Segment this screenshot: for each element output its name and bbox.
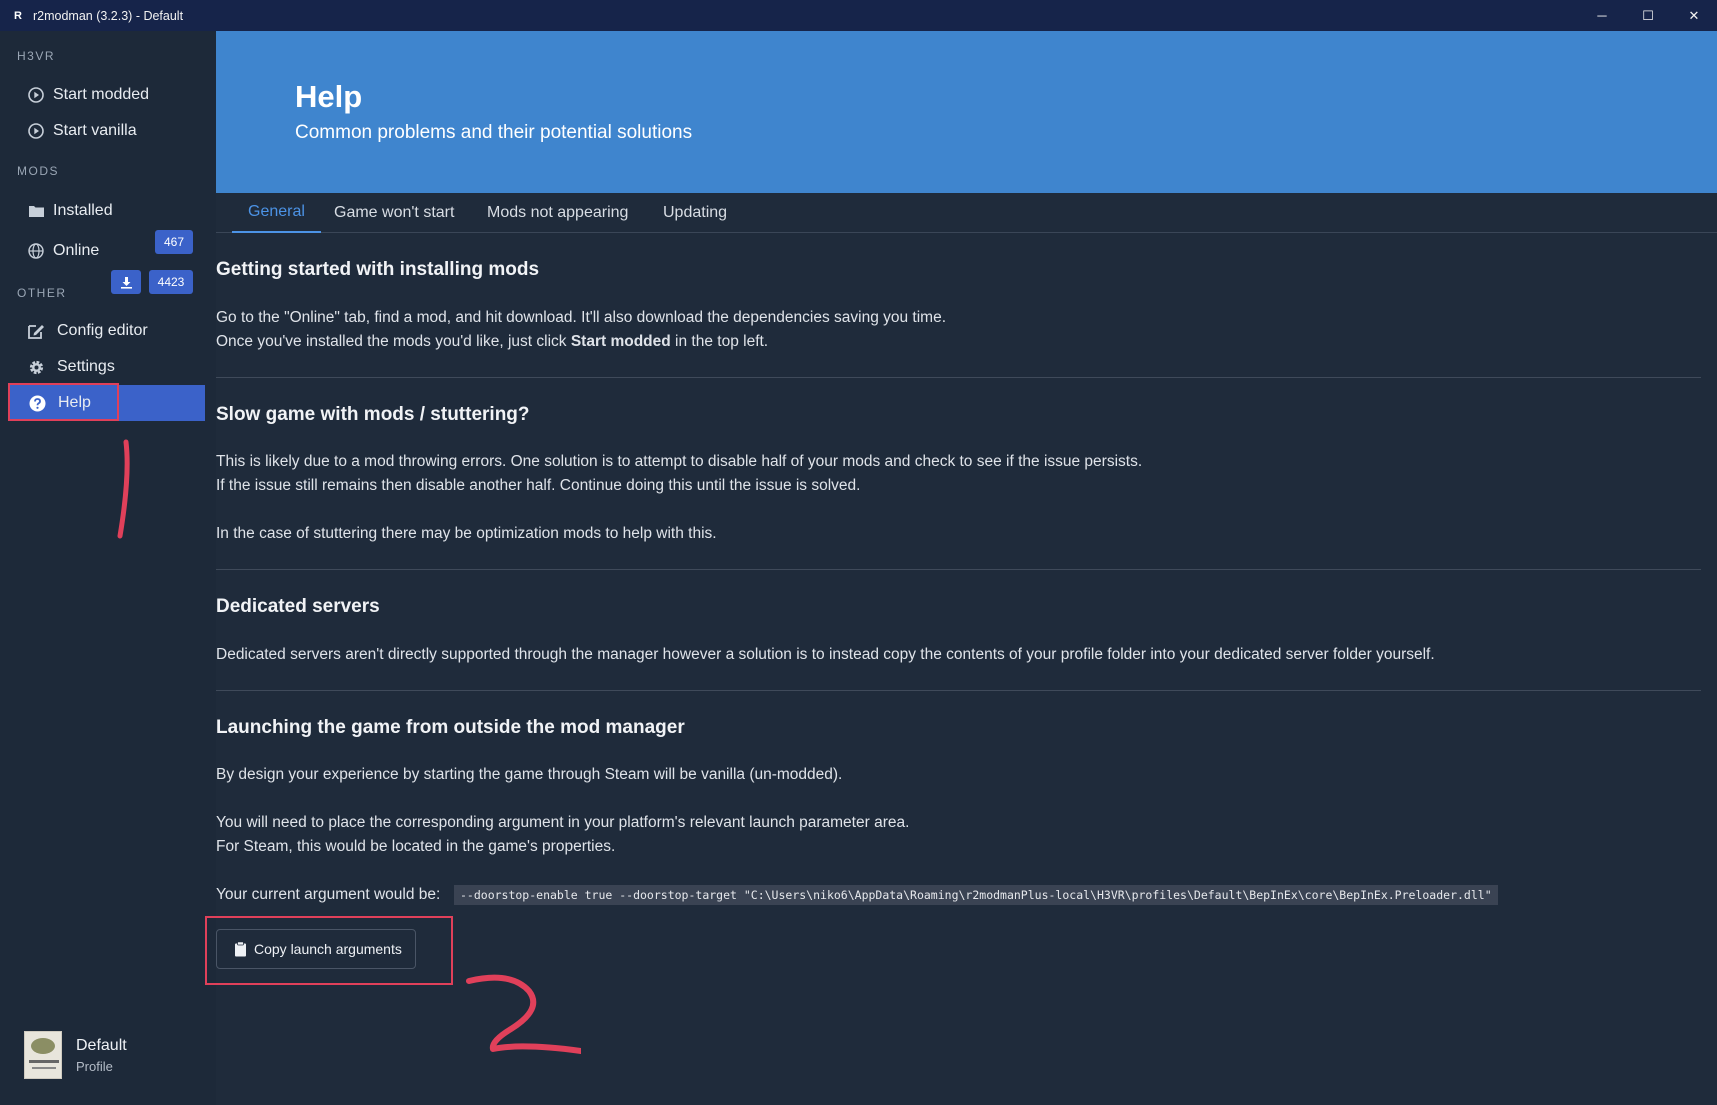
folder-icon bbox=[27, 202, 45, 220]
dedicated-line-1: Dedicated servers aren't directly suppor… bbox=[216, 646, 1435, 663]
argument-row: Your current argument would be: --doorst… bbox=[216, 883, 1701, 907]
slow-game-line-1: This is likely due to a mod throwing err… bbox=[216, 453, 1143, 470]
clipboard-icon bbox=[233, 941, 247, 957]
divider bbox=[216, 377, 1701, 378]
section-label-game: H3VR bbox=[17, 49, 56, 63]
sidebar: H3VR Start modded Start vanilla MODS Ins… bbox=[0, 31, 216, 1105]
play-circle-icon bbox=[27, 86, 45, 104]
start-modded-button[interactable]: Start modded bbox=[27, 77, 205, 113]
profile-subtitle: Profile bbox=[76, 1058, 113, 1074]
tab-updating[interactable]: Updating bbox=[647, 193, 743, 233]
section-label-other: OTHER bbox=[17, 286, 67, 300]
help-tabs: General Game won't start Mods not appear… bbox=[216, 193, 1717, 233]
start-modded-emphasis: Start modded bbox=[570, 333, 671, 350]
settings-label: Settings bbox=[57, 358, 115, 375]
argument-label: Your current argument would be: bbox=[216, 886, 441, 903]
window-controls: ─ ☐ ✕ bbox=[1579, 0, 1717, 31]
online-label: Online bbox=[53, 242, 100, 259]
divider bbox=[216, 690, 1701, 691]
section-title-slow-game: Slow game with mods / stuttering? bbox=[216, 404, 530, 425]
page-title: Help bbox=[295, 79, 363, 114]
minimize-button[interactable]: ─ bbox=[1579, 0, 1625, 31]
page-subtitle: Common problems and their potential solu… bbox=[295, 122, 693, 143]
config-editor-label: Config editor bbox=[57, 322, 148, 339]
annotation-stroke-2 bbox=[466, 974, 581, 1054]
getting-started-line-2: Once you've installed the mods you'd lik… bbox=[216, 333, 769, 350]
slow-game-line-2: If the issue still remains then disable … bbox=[216, 477, 861, 494]
profile-avatar bbox=[24, 1031, 62, 1079]
start-vanilla-label: Start vanilla bbox=[53, 122, 137, 139]
section-title-getting-started: Getting started with installing mods bbox=[216, 259, 540, 280]
download-icon bbox=[120, 276, 132, 289]
maximize-button[interactable]: ☐ bbox=[1625, 0, 1671, 31]
slow-game-line-3: In the case of stuttering there may be o… bbox=[216, 525, 717, 542]
copy-launch-arguments-button[interactable]: Copy launch arguments bbox=[216, 929, 416, 969]
tab-general[interactable]: General bbox=[232, 193, 321, 233]
sidebar-item-config-editor[interactable]: Config editor bbox=[27, 313, 205, 349]
section-title-dedicated-servers: Dedicated servers bbox=[216, 596, 380, 617]
help-highlight-annotation bbox=[8, 383, 119, 421]
page-hero: Help Common problems and their potential… bbox=[216, 31, 1717, 193]
edit-icon bbox=[27, 322, 45, 340]
online-count-badge: 4423 bbox=[149, 270, 193, 294]
section-label-mods: MODS bbox=[17, 164, 59, 178]
copy-launch-arguments-label: Copy launch arguments bbox=[254, 941, 402, 957]
getting-started-line-1: Go to the "Online" tab, find a mod, and … bbox=[216, 309, 947, 326]
launching-line-2: You will need to place the corresponding… bbox=[216, 814, 910, 831]
sidebar-item-settings[interactable]: Settings bbox=[27, 349, 205, 385]
gear-icon bbox=[27, 358, 45, 376]
divider bbox=[216, 569, 1701, 570]
close-button[interactable]: ✕ bbox=[1671, 0, 1717, 31]
title-bar: R r2modman (3.2.3) - Default ─ ☐ ✕ bbox=[0, 0, 1717, 31]
sidebar-item-online[interactable]: Online bbox=[27, 233, 147, 269]
section-title-launching: Launching the game from outside the mod … bbox=[216, 717, 685, 738]
annotation-stroke-1 bbox=[117, 439, 130, 539]
tab-game-wont-start[interactable]: Game won't start bbox=[318, 193, 470, 233]
launching-line-1: By design your experience by starting th… bbox=[216, 766, 843, 783]
tab-mods-not-appearing[interactable]: Mods not appearing bbox=[471, 193, 644, 233]
start-vanilla-button[interactable]: Start vanilla bbox=[27, 113, 205, 149]
installed-count-badge: 467 bbox=[155, 230, 193, 254]
play-circle-icon bbox=[27, 122, 45, 140]
launch-argument-code[interactable]: --doorstop-enable true --doorstop-target… bbox=[454, 885, 1498, 905]
profile-name: Default bbox=[76, 1036, 127, 1054]
start-modded-label: Start modded bbox=[53, 86, 150, 103]
globe-icon bbox=[27, 242, 45, 260]
profile-switcher[interactable]: Default Profile bbox=[24, 1031, 127, 1079]
installed-label: Installed bbox=[53, 202, 113, 219]
sidebar-item-installed[interactable]: Installed bbox=[27, 193, 205, 229]
download-updates-button[interactable] bbox=[111, 270, 141, 294]
window-title: r2modman (3.2.3) - Default bbox=[33, 8, 184, 23]
launching-line-3: For Steam, this would be located in the … bbox=[216, 838, 616, 855]
app-logo-icon: R bbox=[14, 9, 22, 22]
